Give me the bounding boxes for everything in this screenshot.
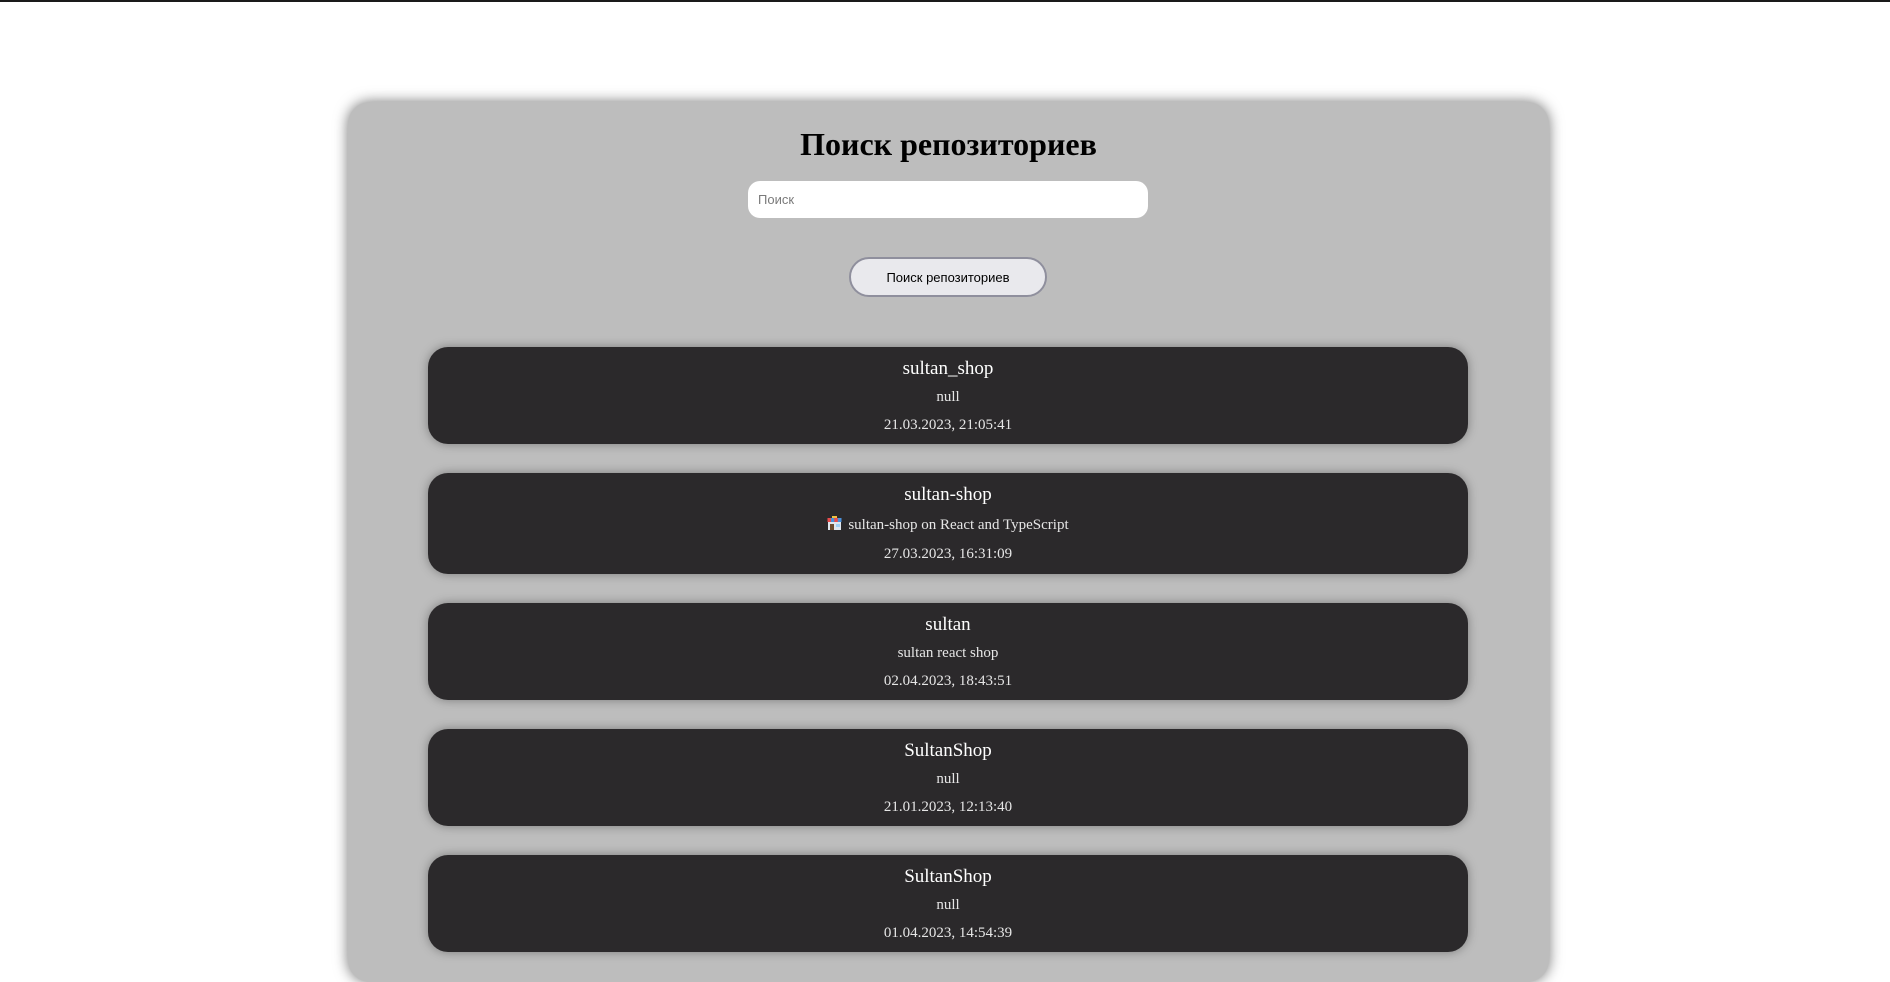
repository-card[interactable]: sultan-shop sultan-shop on React and Typ… xyxy=(428,473,1468,574)
repository-updated-date: 02.04.2023, 18:43:51 xyxy=(883,673,1013,689)
repository-card[interactable]: SultanShop null 21.01.2023, 12:13:40 xyxy=(428,729,1468,826)
repository-updated-date: 21.03.2023, 21:05:41 xyxy=(883,417,1013,433)
repository-updated-date: 27.03.2023, 16:31:09 xyxy=(883,546,1013,562)
repository-list: sultan_shop null 21.03.2023, 21:05:41 su… xyxy=(428,347,1468,981)
repository-card[interactable]: sultan_shop null 21.03.2023, 21:05:41 xyxy=(428,347,1468,444)
search-repositories-button[interactable]: Поиск репозиториев xyxy=(849,257,1047,297)
repository-description: sultan react shop xyxy=(897,645,999,661)
top-border xyxy=(0,0,1890,2)
repository-name[interactable]: sultan-shop xyxy=(428,483,1468,507)
repository-card[interactable]: SultanShop null 01.04.2023, 14:54:39 xyxy=(428,855,1468,952)
repository-description: null xyxy=(936,897,960,913)
repository-description: sultan-shop on React and TypeScript xyxy=(428,516,1468,535)
repository-name[interactable]: SultanShop xyxy=(428,739,1468,763)
page-title: Поиск репозиториев xyxy=(800,126,1097,162)
repository-name[interactable]: sultan xyxy=(428,613,1468,637)
repository-card[interactable]: sultan sultan react shop 02.04.2023, 18:… xyxy=(428,603,1468,700)
repository-description: null xyxy=(936,389,960,405)
repository-name[interactable]: sultan_shop xyxy=(428,357,1468,381)
repository-updated-date: 01.04.2023, 14:54:39 xyxy=(883,925,1013,941)
search-panel: Поиск репозиториев Поиск репозиториев su… xyxy=(348,102,1549,982)
search-input[interactable] xyxy=(748,181,1148,218)
repository-description-text: sultan-shop on React and TypeScript xyxy=(848,517,1069,533)
repository-name[interactable]: SultanShop xyxy=(428,865,1468,889)
shop-icon xyxy=(827,516,842,531)
repository-description: null xyxy=(936,771,960,787)
repository-updated-date: 21.01.2023, 12:13:40 xyxy=(883,799,1013,815)
